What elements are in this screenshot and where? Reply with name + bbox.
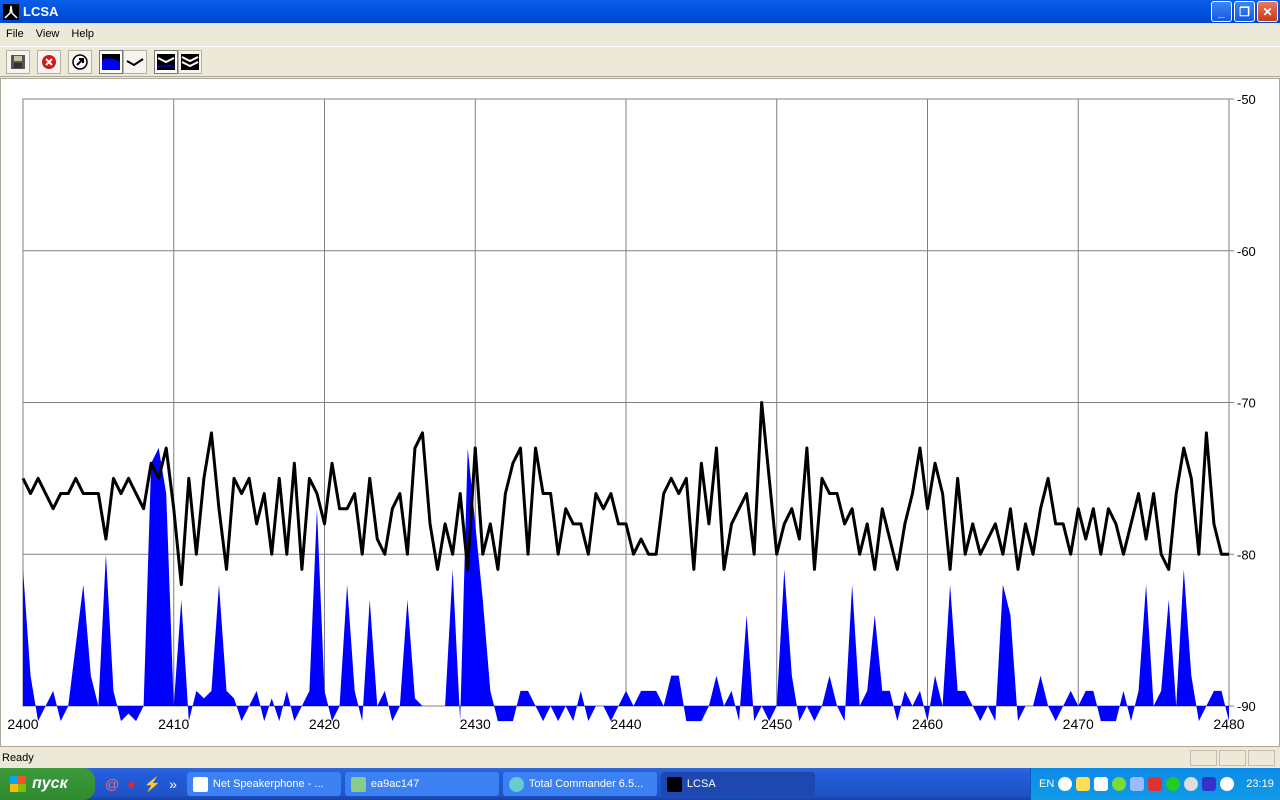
total-commander-icon bbox=[508, 776, 524, 792]
opera-icon[interactable]: ● bbox=[127, 776, 135, 792]
menu-view[interactable]: View bbox=[30, 28, 66, 40]
chart-panel: 2400 2410 2420 2430 2440 2450 2460 2470 2480 -50-… bbox=[0, 78, 1280, 747]
status-text: Ready bbox=[2, 752, 34, 764]
stop-button[interactable] bbox=[37, 49, 61, 74]
media-icon[interactable] bbox=[1220, 777, 1235, 791]
status-pane bbox=[1219, 750, 1246, 766]
y-tick-label: -70 bbox=[1237, 396, 1256, 411]
mail-agent-icon[interactable] bbox=[1166, 777, 1181, 791]
taskbar: пуск @ ● ⚡ » Net Speakerphone - ... ea9a… bbox=[0, 768, 1280, 800]
chevron-left-icon[interactable] bbox=[1058, 777, 1073, 791]
x-tick-label: 2400 bbox=[7, 716, 38, 732]
mail-agent-icon[interactable]: @ bbox=[105, 776, 119, 792]
y-tick-label: -80 bbox=[1237, 547, 1256, 562]
overlay-icon bbox=[157, 53, 175, 70]
app-icon bbox=[3, 3, 19, 20]
x-tick-label: 2480 bbox=[1213, 716, 1244, 732]
language-indicator[interactable]: EN bbox=[1039, 778, 1054, 790]
menu-help[interactable]: Help bbox=[65, 28, 100, 40]
x-tick-label: 2430 bbox=[460, 716, 491, 732]
clock: 23:19 bbox=[1246, 778, 1274, 790]
image-icon bbox=[350, 776, 366, 792]
waterfall-button[interactable] bbox=[178, 49, 202, 74]
status-pane bbox=[1248, 750, 1275, 766]
y-tick-label: -50 bbox=[1237, 92, 1256, 107]
phone-icon[interactable] bbox=[1094, 777, 1109, 791]
windows-logo-icon bbox=[10, 776, 26, 792]
line-mode-icon bbox=[126, 57, 144, 66]
task-ea9ac147[interactable]: ea9ac147 bbox=[344, 772, 499, 796]
save-icon bbox=[11, 54, 25, 69]
overlay-button[interactable] bbox=[154, 49, 178, 74]
monitor-icon[interactable] bbox=[1202, 777, 1217, 791]
status-bar: Ready bbox=[0, 748, 1280, 768]
task-net-speakerphone[interactable]: Net Speakerphone - ... bbox=[186, 772, 341, 796]
a-icon[interactable] bbox=[1184, 777, 1199, 791]
status-pane bbox=[1190, 750, 1217, 766]
line-mode-button[interactable] bbox=[123, 49, 147, 74]
notes-icon[interactable] bbox=[1076, 777, 1091, 791]
x-tick-label: 2420 bbox=[309, 716, 340, 732]
stop-icon bbox=[42, 54, 56, 69]
x-tick-label: 2440 bbox=[610, 716, 641, 732]
spectrum-chart: 2400 2410 2420 2430 2440 2450 2460 2470 2480-50-… bbox=[7, 92, 1256, 732]
arrow-button[interactable] bbox=[68, 49, 92, 74]
app-icon[interactable]: ⚡ bbox=[144, 776, 161, 793]
system-tray: EN 23:19 bbox=[1030, 768, 1280, 800]
task-total-commander[interactable]: Total Commander 6.5... bbox=[502, 772, 657, 796]
y-tick-label: -60 bbox=[1237, 244, 1256, 259]
toolbar bbox=[0, 46, 1280, 77]
task-lcsa[interactable]: LCSA bbox=[660, 772, 815, 796]
y-tick-label: -90 bbox=[1237, 699, 1256, 714]
maximize-button[interactable]: ❐ bbox=[1234, 1, 1255, 22]
phone-icon bbox=[192, 776, 208, 792]
arrow-icon bbox=[72, 53, 88, 70]
shield-icon[interactable] bbox=[1148, 777, 1163, 791]
lcsa-icon bbox=[666, 776, 682, 792]
start-button[interactable]: пуск bbox=[0, 768, 95, 800]
network-icon[interactable] bbox=[1130, 777, 1145, 791]
x-tick-label: 2410 bbox=[158, 716, 189, 732]
save-button[interactable] bbox=[6, 49, 30, 74]
more-icon[interactable]: » bbox=[169, 776, 177, 792]
window-title: LCSA bbox=[23, 4, 59, 19]
icq-icon[interactable] bbox=[1112, 777, 1127, 791]
fill-mode-button[interactable] bbox=[99, 49, 123, 74]
fill-mode-icon bbox=[102, 53, 120, 70]
x-tick-label: 2450 bbox=[761, 716, 792, 732]
x-tick-label: 2470 bbox=[1063, 716, 1094, 732]
title-bar: LCSA _ ❐ ✕ bbox=[0, 0, 1280, 23]
menu-bar: File View Help bbox=[0, 23, 1280, 45]
close-button[interactable]: ✕ bbox=[1257, 1, 1278, 22]
menu-file[interactable]: File bbox=[0, 28, 30, 40]
minimize-button[interactable]: _ bbox=[1211, 1, 1232, 22]
quick-launch: @ ● ⚡ » bbox=[95, 776, 187, 793]
waterfall-icon bbox=[181, 53, 199, 70]
